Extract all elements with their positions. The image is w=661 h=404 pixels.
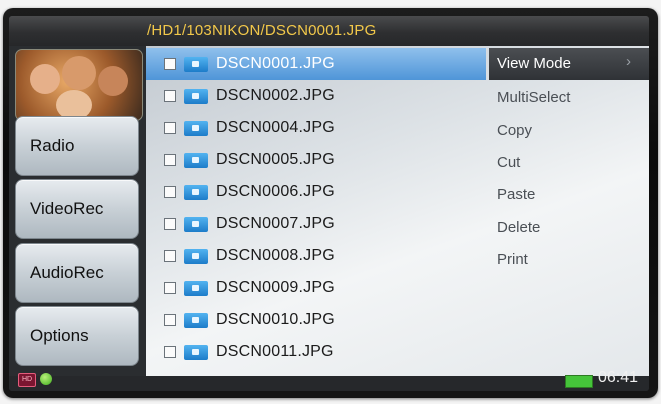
menu-item-multiselect[interactable]: MultiSelect (497, 89, 570, 106)
chevron-right-icon: › (626, 53, 631, 70)
file-row[interactable]: DSCN0008.JPG (146, 240, 486, 272)
folder-icon (184, 56, 208, 72)
file-row[interactable]: DSCN0011.JPG (146, 336, 486, 368)
folder-icon (184, 152, 208, 168)
folder-icon (184, 120, 208, 136)
status-bar (9, 376, 649, 391)
checkbox-icon[interactable] (164, 186, 176, 198)
photo-thumbnail[interactable] (15, 49, 143, 121)
nav-radio-button[interactable]: Radio (15, 116, 139, 176)
file-row[interactable]: DSCN0007.JPG (146, 208, 486, 240)
file-name: DSCN0002.JPG (216, 87, 335, 104)
file-row[interactable]: DSCN0005.JPG (146, 144, 486, 176)
menu-item-cut[interactable]: Cut (497, 154, 520, 171)
folder-icon (184, 216, 208, 232)
hd-icon: HD (18, 373, 36, 387)
nav-radio-label: Radio (30, 136, 75, 155)
battery-icon (565, 375, 593, 388)
nav-options-label: Options (30, 326, 89, 345)
thumbnail-face (62, 56, 96, 90)
checkbox-icon[interactable] (164, 346, 176, 358)
nav-videorec-button[interactable]: VideoRec (15, 179, 139, 239)
checkbox-icon[interactable] (164, 218, 176, 230)
file-name: DSCN0001.JPG (216, 55, 335, 72)
checkbox-icon[interactable] (164, 250, 176, 262)
checkbox-icon[interactable] (164, 122, 176, 134)
checkbox-icon[interactable] (164, 90, 176, 102)
folder-icon (184, 312, 208, 328)
file-row[interactable]: DSCN0001.JPG (146, 48, 486, 80)
current-path: /HD1/103NIKON/DSCN0001.JPG (147, 22, 377, 39)
folder-icon (184, 344, 208, 360)
menu-item-paste[interactable]: Paste (497, 186, 535, 203)
file-name: DSCN0008.JPG (216, 247, 335, 264)
folder-icon (184, 88, 208, 104)
file-name: DSCN0011.JPG (216, 343, 334, 360)
nav-audiorec-button[interactable]: AudioRec (15, 243, 139, 303)
checkbox-icon[interactable] (164, 282, 176, 294)
file-row[interactable]: DSCN0009.JPG (146, 272, 486, 304)
file-name: DSCN0006.JPG (216, 183, 335, 200)
menu-item-copy[interactable]: Copy (497, 122, 532, 139)
menu-item-delete[interactable]: Delete (497, 219, 540, 236)
clock: 06:41 (598, 369, 639, 386)
status-led-icon (40, 373, 52, 385)
nav-audiorec-label: AudioRec (30, 263, 104, 282)
nav-videorec-label: VideoRec (30, 199, 104, 218)
device-screen: /HD1/103NIKON/DSCN0001.JPG Radio VideoRe… (9, 16, 649, 391)
file-row[interactable]: DSCN0002.JPG (146, 80, 486, 112)
file-row[interactable]: DSCN0010.JPG (146, 304, 486, 336)
folder-icon (184, 248, 208, 264)
file-row[interactable]: DSCN0006.JPG (146, 176, 486, 208)
checkbox-icon[interactable] (164, 314, 176, 326)
thumbnail-face (98, 66, 128, 96)
menu-item-view-mode[interactable]: View Mode (497, 55, 571, 72)
menu-item-print[interactable]: Print (497, 251, 528, 268)
thumbnail-face (30, 64, 60, 94)
path-bar: /HD1/103NIKON/DSCN0001.JPG (9, 16, 649, 46)
file-name: DSCN0007.JPG (216, 215, 335, 232)
file-name: DSCN0005.JPG (216, 151, 335, 168)
file-name: DSCN0010.JPG (216, 311, 335, 328)
folder-icon (184, 184, 208, 200)
file-name: DSCN0009.JPG (216, 279, 335, 296)
checkbox-icon[interactable] (164, 58, 176, 70)
folder-icon (184, 280, 208, 296)
checkbox-icon[interactable] (164, 154, 176, 166)
nav-options-button[interactable]: Options (15, 306, 139, 366)
file-row[interactable]: DSCN0004.JPG (146, 112, 486, 144)
file-name: DSCN0004.JPG (216, 119, 335, 136)
